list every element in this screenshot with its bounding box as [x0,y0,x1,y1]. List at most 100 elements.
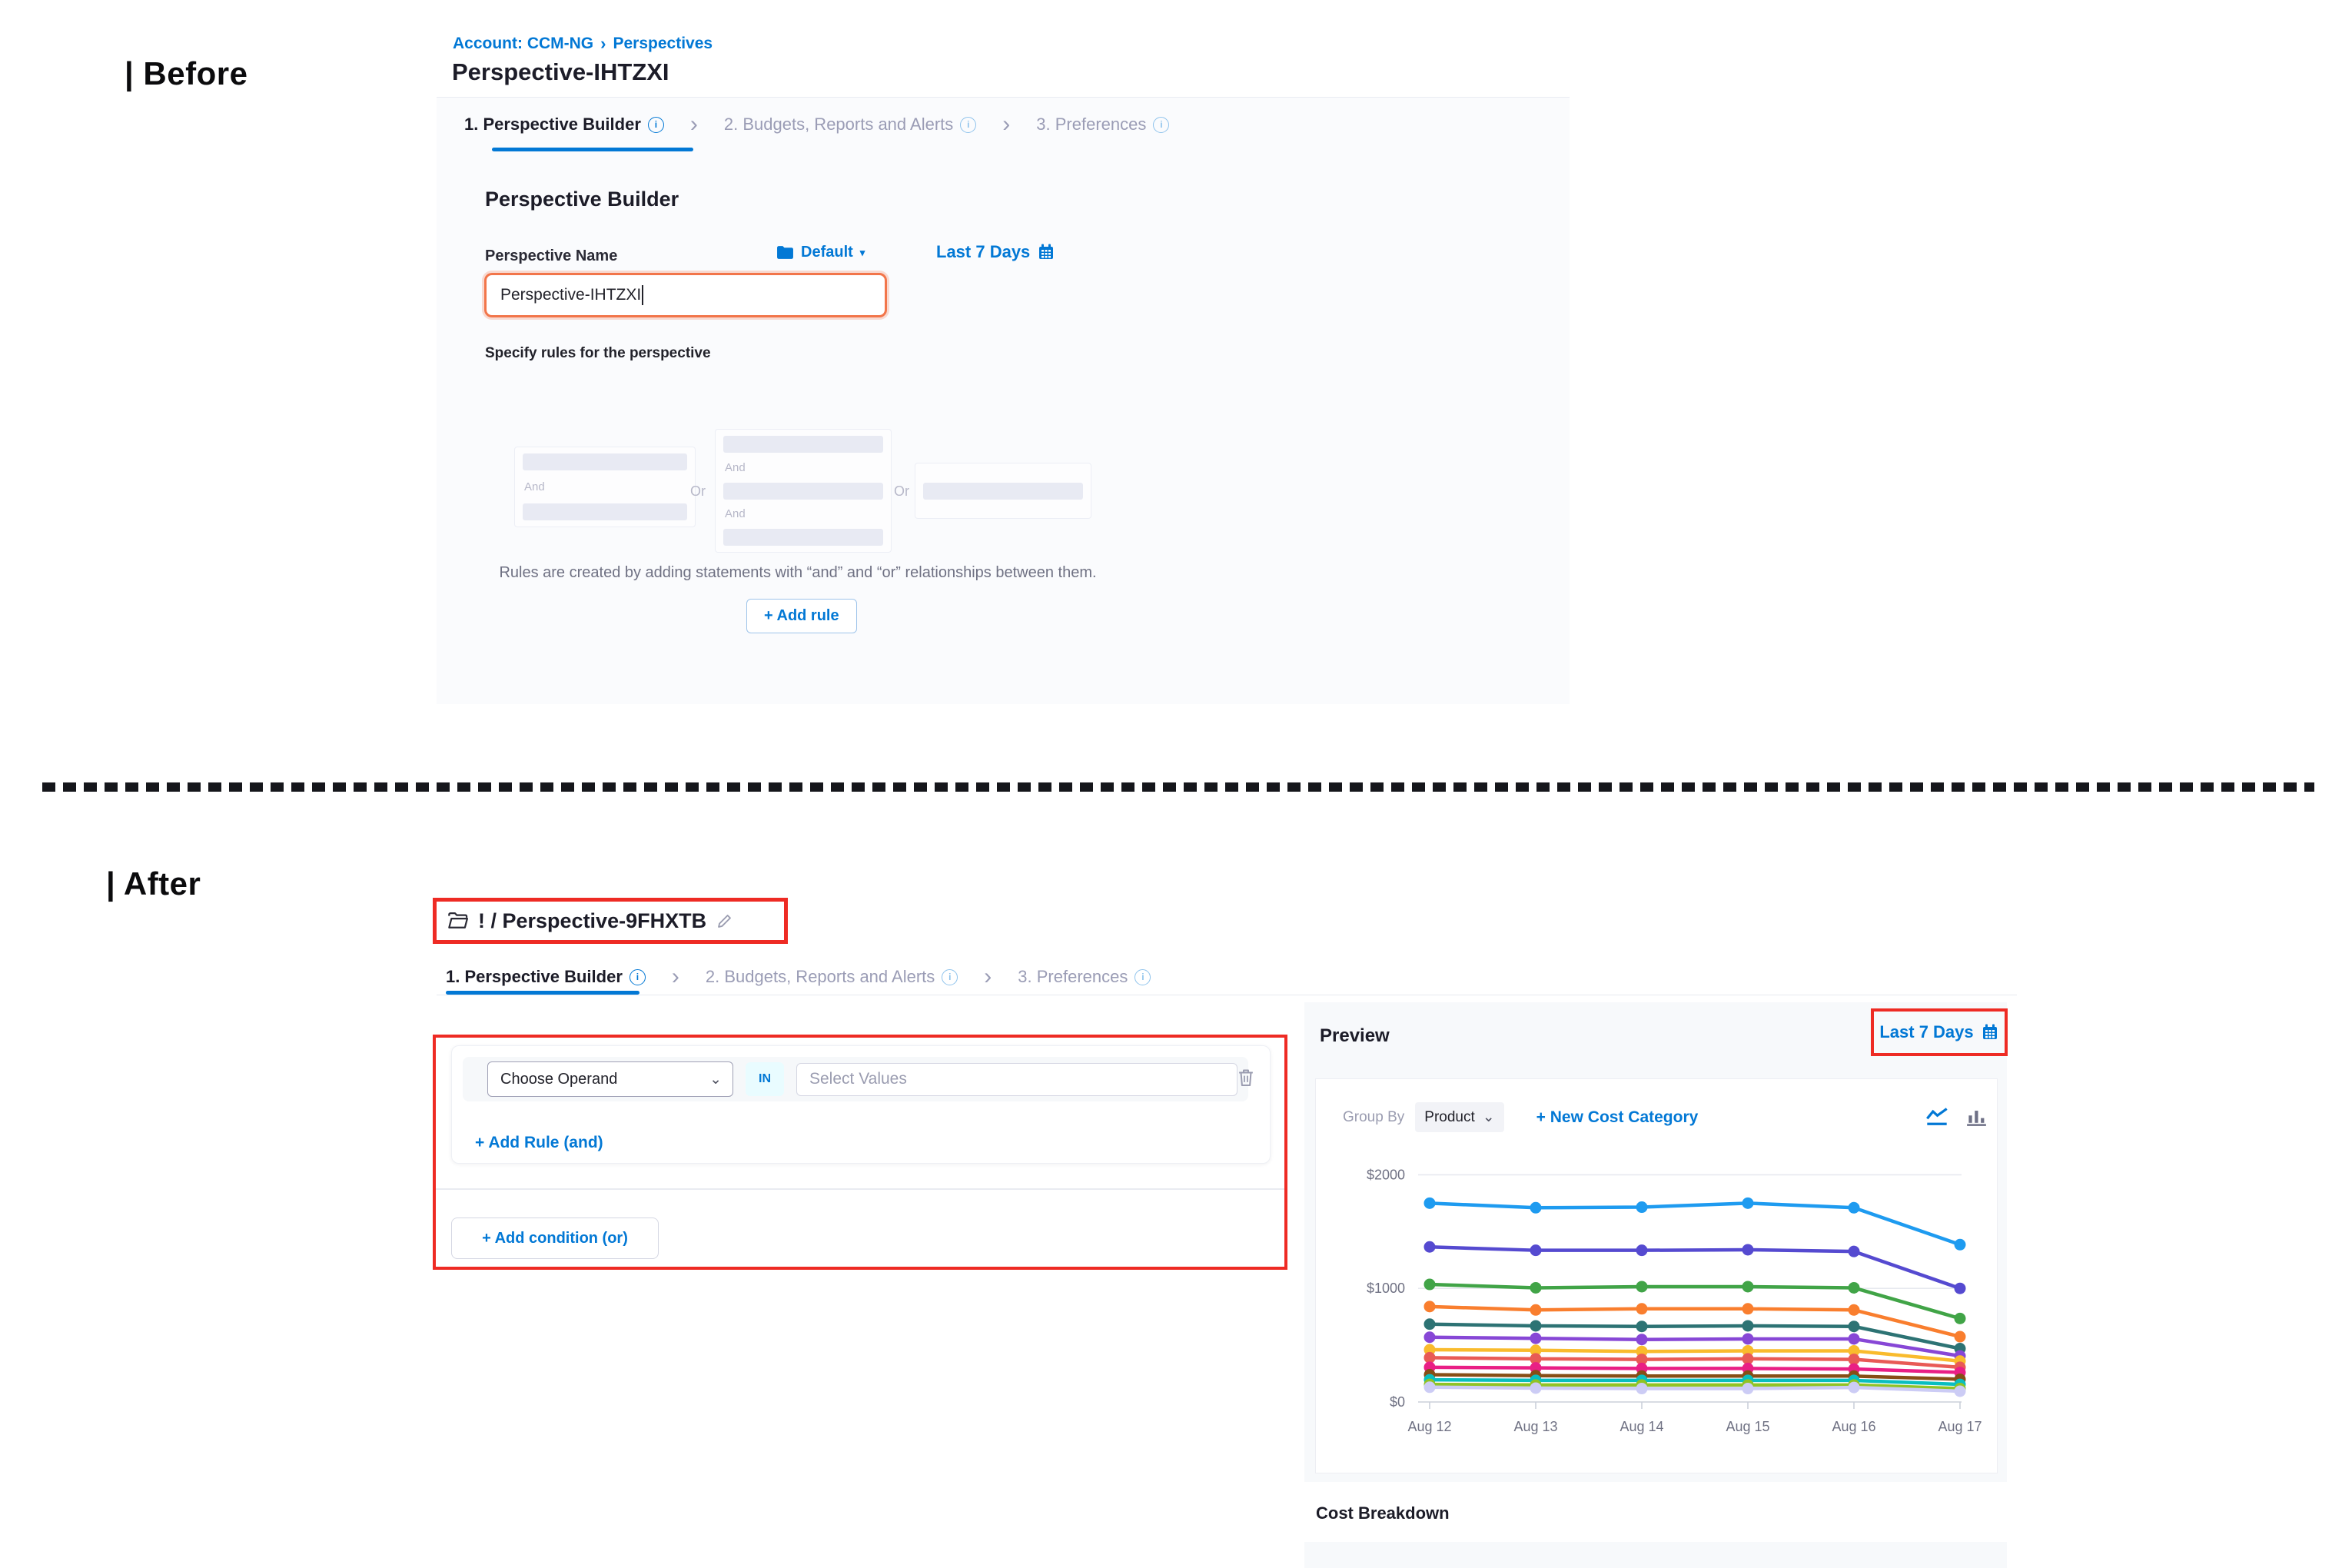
breadcrumb-perspectives-link[interactable]: Perspectives [613,35,713,53]
add-rule-and-link[interactable]: + Add Rule (and) [475,1134,603,1152]
svg-text:$2000: $2000 [1367,1167,1405,1182]
rule-skeleton-box: And And [715,429,892,553]
folder-select[interactable]: Default ▾ [776,244,865,261]
rule-row: Choose Operand ⌄ IN [463,1057,1248,1101]
skeleton-or-label: Or [894,483,909,500]
line-chart-toggle-icon[interactable] [1925,1107,1948,1127]
skeleton-bar [923,483,1083,500]
date-range-label: Last 7 Days [1879,1022,1973,1042]
before-tab-strip: 1. Perspective Builder i › 2. Budgets, R… [464,98,1570,151]
svg-text:Aug 14: Aug 14 [1619,1419,1663,1434]
skeleton-and-label: And [723,506,883,522]
chevron-down-icon: ⌄ [1483,1108,1495,1126]
perspective-name-value: Perspective-IHTZXI [500,286,641,304]
tab-preferences[interactable]: 3. Preferences i [1036,115,1169,135]
cost-breakdown-heading: Cost Breakdown [1316,1503,1450,1523]
operand-select[interactable]: Choose Operand ⌄ [487,1061,733,1097]
folder-select-value: Default [801,244,853,261]
calendar-icon [1037,243,1055,261]
preview-date-range-highlight: Last 7 Days [1871,1008,2008,1056]
after-tab-strip: 1. Perspective Builder i › 2. Budgets, R… [437,959,2017,995]
add-rule-button[interactable]: + Add rule [746,599,857,633]
breadcrumb: Account: CCM-NG › Perspectives [453,34,713,54]
tab-label: 3. Preferences [1036,115,1146,135]
rule-section-divider [436,1188,1284,1190]
page-title: Perspective-IHTZXI [452,58,669,86]
info-icon[interactable]: i [630,969,646,985]
active-tab-underline [492,148,693,151]
new-cost-category-link[interactable]: + New Cost Category [1536,1108,1699,1127]
skeleton-bar [523,503,687,520]
tab-perspective-builder[interactable]: 1. Perspective Builder i [446,967,646,987]
date-range-button[interactable]: Last 7 Days [936,242,1055,262]
breadcrumb-account-link[interactable]: Account: CCM-NG [453,35,593,53]
chevron-down-icon: ⌄ [709,1071,722,1088]
info-icon[interactable]: i [1134,969,1151,985]
skeleton-and-label: And [523,479,687,495]
date-range-label: Last 7 Days [936,242,1030,262]
chevron-right-icon: › [984,964,992,990]
screenshot-canvas: | Before Account: CCM-NG › Perspectives … [0,0,2352,1568]
after-title-highlight: ! / Perspective-9FHXTB [433,898,788,944]
tab-label: 1. Perspective Builder [446,967,623,987]
perspective-name-input[interactable]: Perspective-IHTZXI [484,273,887,317]
rule-skeleton-box [915,463,1091,519]
skeleton-bar [723,529,883,546]
before-section-label: | Before [125,55,247,92]
group-by-value: Product [1424,1109,1474,1126]
group-by-label: Group By [1343,1109,1404,1126]
tab-label: 2. Budgets, Reports and Alerts [706,967,935,987]
add-condition-or-button[interactable]: + Add condition (or) [451,1218,659,1259]
rule-skeleton-box: And [514,447,696,527]
skeleton-bar [723,436,883,453]
rules-hint-text: Rules are created by adding statements w… [490,564,1105,582]
folder-open-icon [447,912,469,930]
group-by-select[interactable]: Product ⌄ [1415,1102,1503,1132]
operator-badge[interactable]: IN [746,1062,784,1096]
svg-text:Aug 13: Aug 13 [1513,1419,1557,1434]
delete-rule-trash-icon[interactable] [1236,1066,1256,1089]
preview-chart-card: Group By Product ⌄ + New Cost Category $… [1315,1078,1998,1473]
tab-label: 3. Preferences [1018,967,1128,987]
text-cursor [642,285,643,305]
svg-text:Aug 15: Aug 15 [1726,1419,1769,1434]
rule-group-card: Choose Operand ⌄ IN + Add Rule (and) [451,1045,1271,1164]
caret-down-icon: ▾ [860,247,865,259]
tab-perspective-builder[interactable]: 1. Perspective Builder i [464,115,664,135]
rule-builder-highlight: Choose Operand ⌄ IN + Add Rule (and) + A… [433,1035,1287,1270]
operand-select-value: Choose Operand [500,1071,617,1088]
select-values-input[interactable] [796,1063,1237,1096]
svg-text:$1000: $1000 [1367,1281,1405,1296]
bar-chart-toggle-icon[interactable] [1966,1108,1987,1127]
skeleton-bar [523,453,687,470]
rules-section-label: Specify rules for the perspective [485,345,711,362]
tab-budgets-reports-alerts[interactable]: 2. Budgets, Reports and Alerts i [724,115,976,135]
info-icon[interactable]: i [648,117,664,133]
chevron-right-icon: › [1002,111,1010,138]
info-icon[interactable]: i [1153,117,1169,133]
breadcrumb-chevron-icon: › [600,34,606,54]
tab-label: 1. Perspective Builder [464,115,641,135]
chart-controls: Group By Product ⌄ + New Cost Category [1343,1102,1698,1132]
chevron-right-icon: › [690,111,698,138]
chevron-right-icon: › [672,964,679,990]
info-icon[interactable]: i [960,117,976,133]
tab-label: 2. Budgets, Reports and Alerts [724,115,953,135]
after-page-title: ! / Perspective-9FHXTB [478,909,706,933]
skeleton-bar [723,483,883,500]
builder-heading: Perspective Builder [485,188,679,211]
after-section-label: | After [106,865,201,902]
svg-text:Aug 12: Aug 12 [1407,1419,1451,1434]
preview-heading: Preview [1320,1025,1390,1047]
skeleton-and-label: And [723,460,883,476]
before-screenshot-card: Account: CCM-NG › Perspectives Perspecti… [437,22,1570,703]
edit-pencil-icon[interactable] [716,912,733,930]
cost-breakdown-card-edge [1304,1542,2007,1568]
tab-budgets-reports-alerts[interactable]: 2. Budgets, Reports and Alerts i [706,967,958,987]
svg-text:Aug 17: Aug 17 [1938,1419,1982,1434]
tab-preferences[interactable]: 3. Preferences i [1018,967,1151,987]
preview-date-range-button[interactable]: Last 7 Days [1879,1022,1998,1042]
svg-text:$0: $0 [1390,1394,1405,1410]
svg-text:Aug 16: Aug 16 [1832,1419,1875,1434]
info-icon[interactable]: i [942,969,958,985]
